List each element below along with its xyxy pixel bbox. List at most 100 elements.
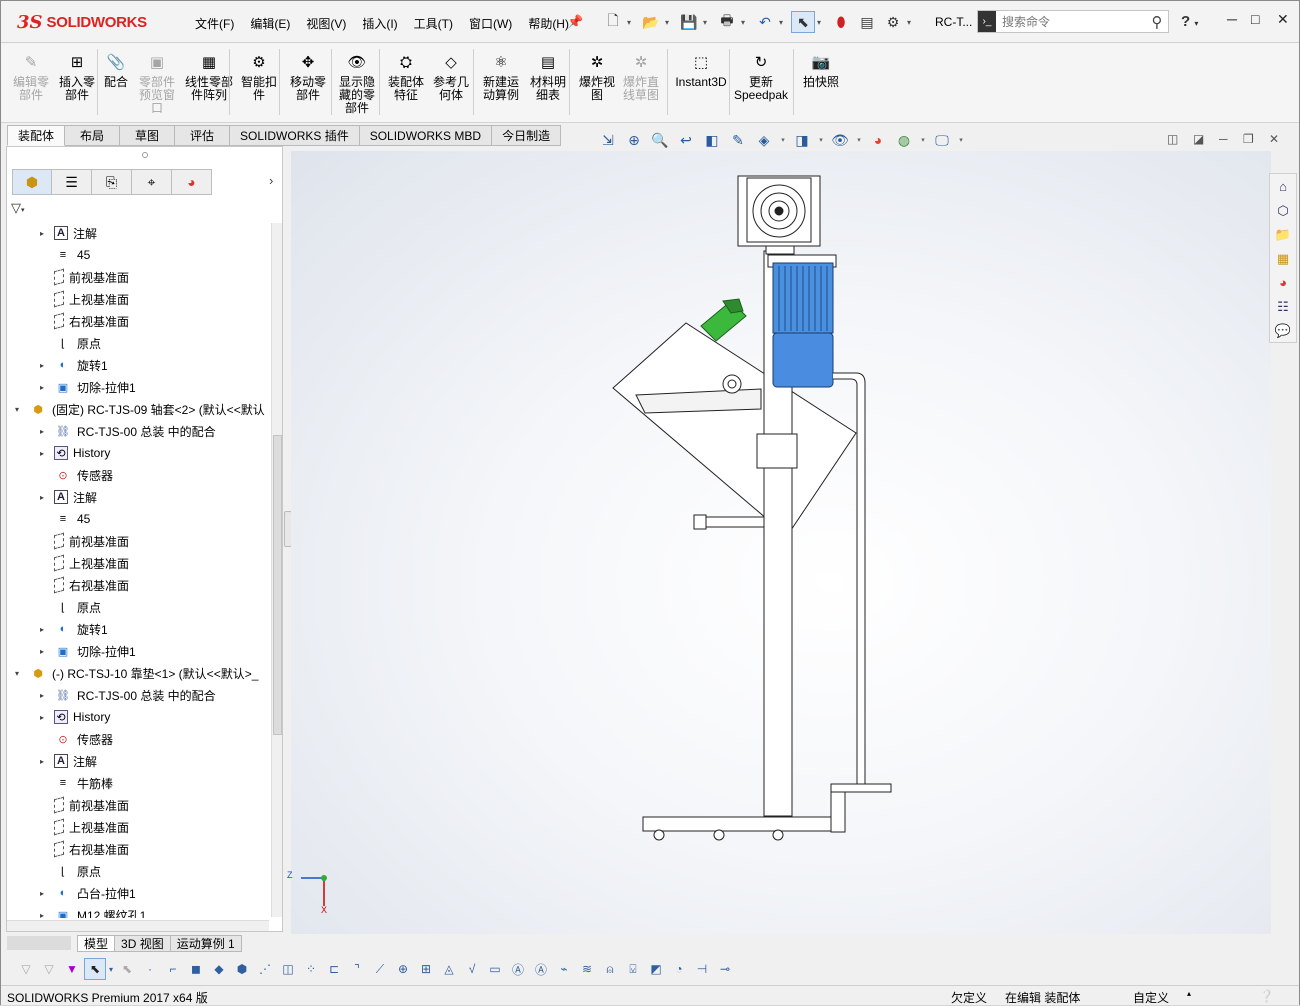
- command-13[interactable]: ✲ 爆炸直 线草图: [621, 43, 661, 121]
- expand-arrow-icon[interactable]: ▸: [37, 427, 47, 436]
- filter-center-marks-icon[interactable]: ⟋: [369, 958, 391, 980]
- tree-horizontal-scrollbar[interactable]: [7, 920, 269, 931]
- command-0[interactable]: ✎ 编辑零 部件: [11, 43, 51, 121]
- expand-arrow-icon[interactable]: ▸: [37, 757, 47, 766]
- view-settings-monitor-icon[interactable]: 🖵: [931, 129, 953, 151]
- dimxpert-manager-tab-icon[interactable]: ⌖: [132, 169, 172, 195]
- tree-item[interactable]: ▸ ◐ 旋转1: [37, 354, 108, 376]
- file-explorer-icon[interactable]: 📁: [1272, 224, 1294, 246]
- tree-item[interactable]: ▾ ⬢ (-) RC-TSJ-10 靠垫<1> (默认<<默认>_: [12, 662, 258, 684]
- hide-show-dropdown-icon[interactable]: ▾: [855, 129, 863, 151]
- filter-dimensions-icon[interactable]: ⊞: [415, 958, 437, 980]
- filter-edges-icon[interactable]: ⌐: [162, 958, 184, 980]
- filter-planes-icon[interactable]: ◫: [277, 958, 299, 980]
- expand-arrow-icon[interactable]: ▸: [37, 383, 47, 392]
- app-logo[interactable]: 3S SOLIDWORKS: [17, 8, 159, 36]
- command-16[interactable]: 📷 拍快照: [801, 43, 841, 121]
- filter-datum-features-icon[interactable]: Ⓐ: [507, 958, 529, 980]
- viewport-minimize-icon[interactable]: ─: [1219, 132, 1228, 146]
- command-7[interactable]: 👁 显示隐 藏的零 部件: [335, 43, 379, 121]
- filter-weld-symbols-icon[interactable]: Ⓐ: [530, 958, 552, 980]
- design-library-icon[interactable]: ⬡: [1272, 200, 1294, 222]
- undo-dropdown-icon[interactable]: ▾: [779, 18, 789, 27]
- tree-item[interactable]: ⊙ 传感器: [37, 464, 113, 486]
- filter-dowel-pin-icon[interactable]: ⍌: [622, 958, 644, 980]
- tree-item[interactable]: ▸ ⟲ History: [37, 706, 110, 728]
- viewport-close-icon[interactable]: ✕: [1269, 132, 1279, 146]
- tree-item[interactable]: ▸ ◐ 凸台-拉伸1: [37, 882, 136, 904]
- home-icon[interactable]: ⌂: [1272, 176, 1294, 198]
- tree-item[interactable]: ▸ A 注解: [37, 222, 97, 244]
- expand-arrow-icon[interactable]: ▸: [37, 449, 47, 458]
- rebuild-traffic-light-icon[interactable]: ⬮: [829, 11, 853, 33]
- dynamic-annotation-icon[interactable]: ✎: [727, 129, 749, 151]
- filter-surface-finish-icon[interactable]: ◬: [438, 958, 460, 980]
- filter-blocks-icon[interactable]: ⍝: [599, 958, 621, 980]
- viewport-nav-left-icon[interactable]: ◫: [1167, 132, 1178, 146]
- view-orientation-cube-icon[interactable]: ◈: [753, 129, 775, 151]
- filter-welds-icon[interactable]: ⊸: [714, 958, 736, 980]
- tab-motion-study[interactable]: 运动算例 1: [170, 934, 242, 952]
- expand-arrow-icon[interactable]: ▸: [37, 713, 47, 722]
- filter-faces-icon[interactable]: ◼: [185, 958, 207, 980]
- tree-item[interactable]: 上视基准面: [37, 552, 129, 574]
- expand-arrow-icon[interactable]: ▸: [37, 625, 47, 634]
- tree-item[interactable]: ▸ ⛓ RC-TJS-00 总装 中的配合: [37, 420, 216, 442]
- new-dropdown-icon[interactable]: ▾: [627, 18, 637, 27]
- tree-item[interactable]: ≡ 45: [37, 244, 91, 266]
- menu-item-0[interactable]: 文件(F): [187, 15, 242, 32]
- tree-item[interactable]: ▸ ▣ 切除-拉伸1: [37, 376, 136, 398]
- forum-icon[interactable]: 💬: [1272, 320, 1294, 342]
- file-properties-icon[interactable]: ▤: [855, 11, 879, 33]
- search-box[interactable]: ›_ 搜索命令 ⚲: [977, 10, 1169, 33]
- command-10[interactable]: ⚛ 新建运 动算例: [479, 43, 523, 121]
- tab-4[interactable]: SOLIDWORKS 插件: [230, 125, 360, 146]
- expand-arrow-icon[interactable]: ▸: [37, 229, 47, 238]
- open-icon[interactable]: 📂: [639, 11, 663, 33]
- undo-icon[interactable]: ↶: [753, 11, 777, 33]
- tree-item[interactable]: ⌊ 原点: [37, 860, 101, 882]
- section-view-icon[interactable]: ◧: [701, 129, 723, 151]
- expand-arrow-icon[interactable]: ▸: [37, 911, 47, 919]
- tree-item[interactable]: 右视基准面: [37, 838, 129, 860]
- expand-arrow-icon[interactable]: ▸: [37, 647, 47, 656]
- tree-vertical-scrollbar[interactable]: [271, 223, 282, 917]
- filter-toggle-icon[interactable]: ▽: [15, 958, 37, 980]
- tree-item[interactable]: 前视基准面: [37, 266, 129, 288]
- zoom-to-fit-icon[interactable]: ⊕: [623, 129, 645, 151]
- help-status-icon[interactable]: ❔: [1259, 989, 1274, 1003]
- configuration-manager-tab-icon[interactable]: ⎘: [92, 169, 132, 195]
- pin-icon[interactable]: 📌: [567, 14, 583, 30]
- display-style-icon[interactable]: ◨: [791, 129, 813, 151]
- edit-appearance-icon[interactable]: ◕: [867, 129, 889, 151]
- tree-item[interactable]: ▾ ⬢ (固定) RC-TJS-09 轴套<2> (默认<<默认: [12, 398, 265, 420]
- tree-item[interactable]: 前视基准面: [37, 530, 129, 552]
- tree-item[interactable]: ⌊ 原点: [37, 332, 101, 354]
- command-3[interactable]: ▣ 零部件 预览窗 口: [137, 43, 177, 121]
- tree-item[interactable]: 上视基准面: [37, 816, 129, 838]
- tree-item[interactable]: ▸ ◐ 旋转1: [37, 618, 108, 640]
- filter-icon[interactable]: ▽▾: [11, 200, 25, 216]
- menu-item-2[interactable]: 视图(V): [298, 15, 354, 32]
- command-1[interactable]: ⊞ 插入零 部件: [57, 43, 97, 121]
- filter-notes-icon[interactable]: ▭: [484, 958, 506, 980]
- tab-6[interactable]: 今日制造: [492, 125, 562, 146]
- graphics-viewport[interactable]: Z X: [287, 151, 1271, 934]
- options-gear-icon[interactable]: ⚙: [881, 11, 905, 33]
- pointer-dropdown-icon[interactable]: ▾: [107, 958, 115, 980]
- tree-item[interactable]: ▸ A 注解: [37, 486, 97, 508]
- open-dropdown-icon[interactable]: ▾: [665, 18, 675, 27]
- tab-0[interactable]: 装配体: [7, 125, 66, 146]
- orientation-dropdown-icon[interactable]: ▾: [779, 129, 787, 151]
- view-settings-dropdown-icon[interactable]: ▾: [957, 129, 965, 151]
- search-input[interactable]: 搜索命令: [996, 13, 1146, 30]
- minimize-button[interactable]: ─: [1227, 11, 1237, 27]
- filter-connection-points-icon[interactable]: ◩: [645, 958, 667, 980]
- view-orientation-icon[interactable]: ⇲: [597, 129, 619, 151]
- expand-arrow-icon[interactable]: ▸: [37, 493, 47, 502]
- filter-midpoints-icon[interactable]: ⌝: [346, 958, 368, 980]
- filter-sketch-segments-icon[interactable]: ⊏: [323, 958, 345, 980]
- command-6[interactable]: ✥ 移动零 部件: [285, 43, 331, 121]
- select-dropdown-icon[interactable]: ▾: [817, 18, 827, 27]
- tab-2[interactable]: 草图: [120, 125, 176, 146]
